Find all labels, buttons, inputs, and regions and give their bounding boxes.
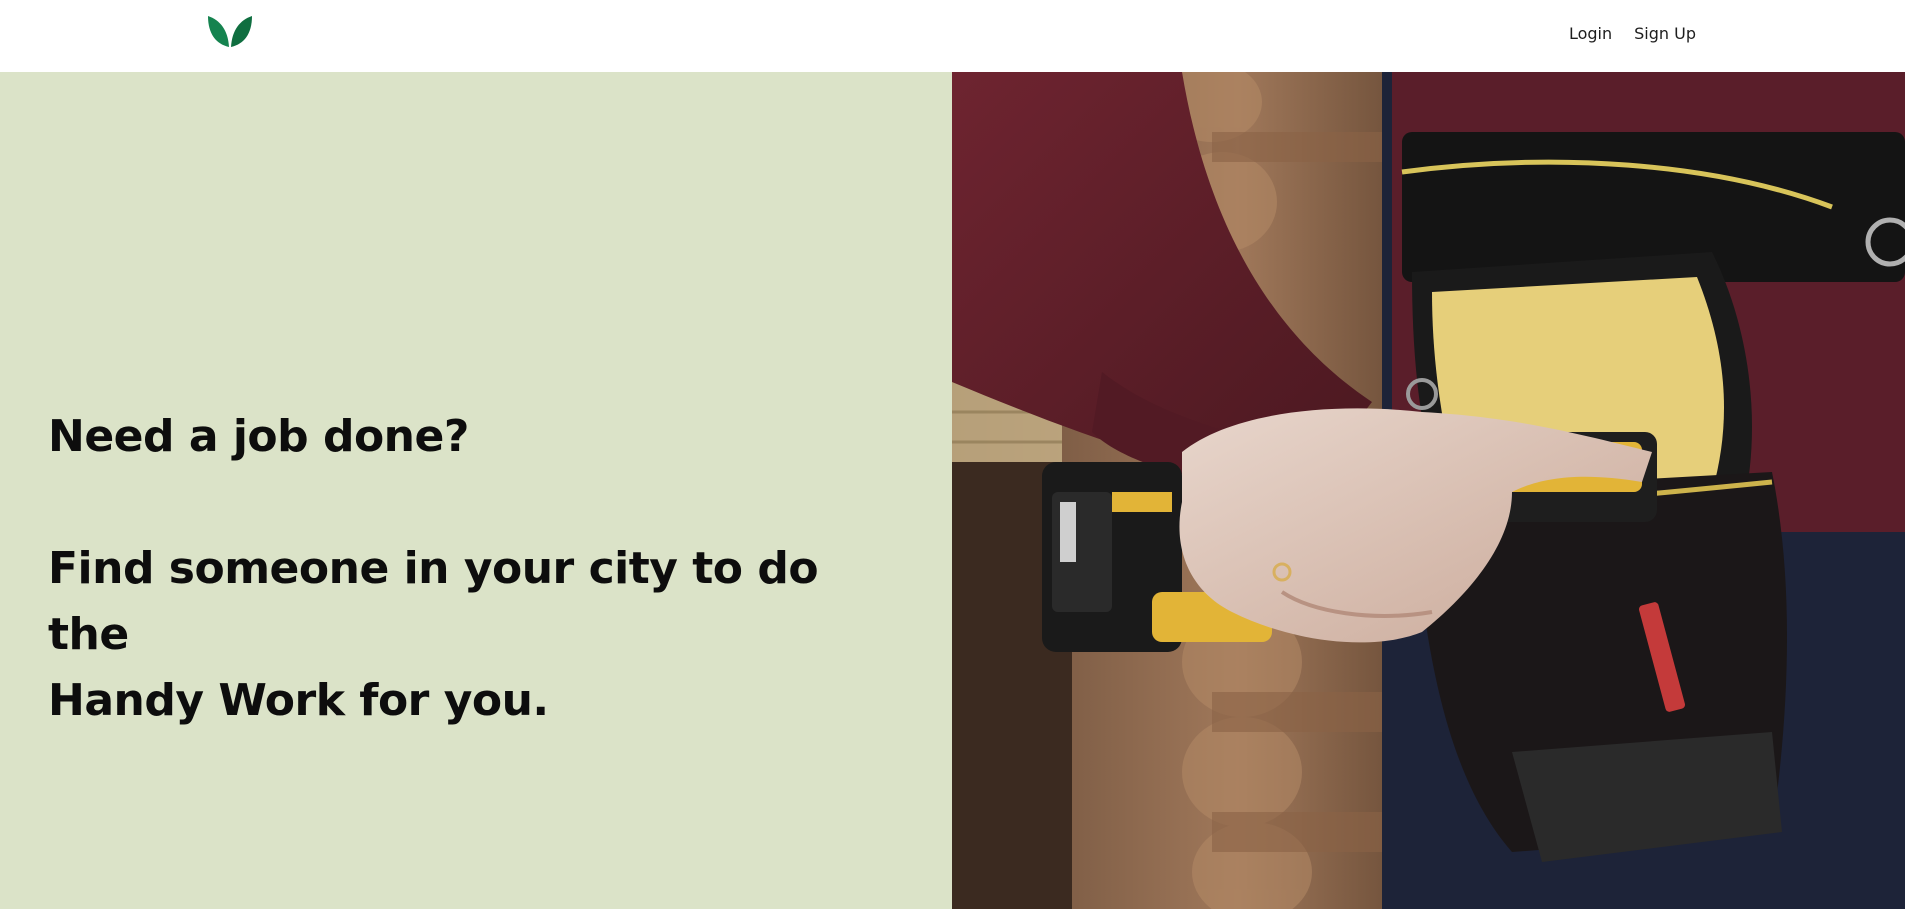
headline-spacer	[48, 470, 908, 536]
headline-tagline-part2: Handy Work for you.	[48, 675, 549, 726]
hero-image-panel	[952, 72, 1905, 909]
headline-question: Need a job done?	[48, 411, 469, 462]
signup-link[interactable]: Sign Up	[1634, 24, 1696, 44]
worker-with-drill-photo	[952, 72, 1905, 909]
login-link[interactable]: Login	[1569, 24, 1612, 44]
hero-headline: Need a job done? Find someone in your ci…	[48, 404, 908, 734]
headline-tagline-part1: Find someone in your city to do the	[48, 543, 819, 660]
leaf-logo-icon[interactable]	[206, 14, 254, 48]
primary-nav: Login Sign Up	[1569, 24, 1696, 44]
top-navbar: Login Sign Up	[0, 0, 1905, 72]
hero-text-panel: Need a job done? Find someone in your ci…	[0, 72, 952, 909]
